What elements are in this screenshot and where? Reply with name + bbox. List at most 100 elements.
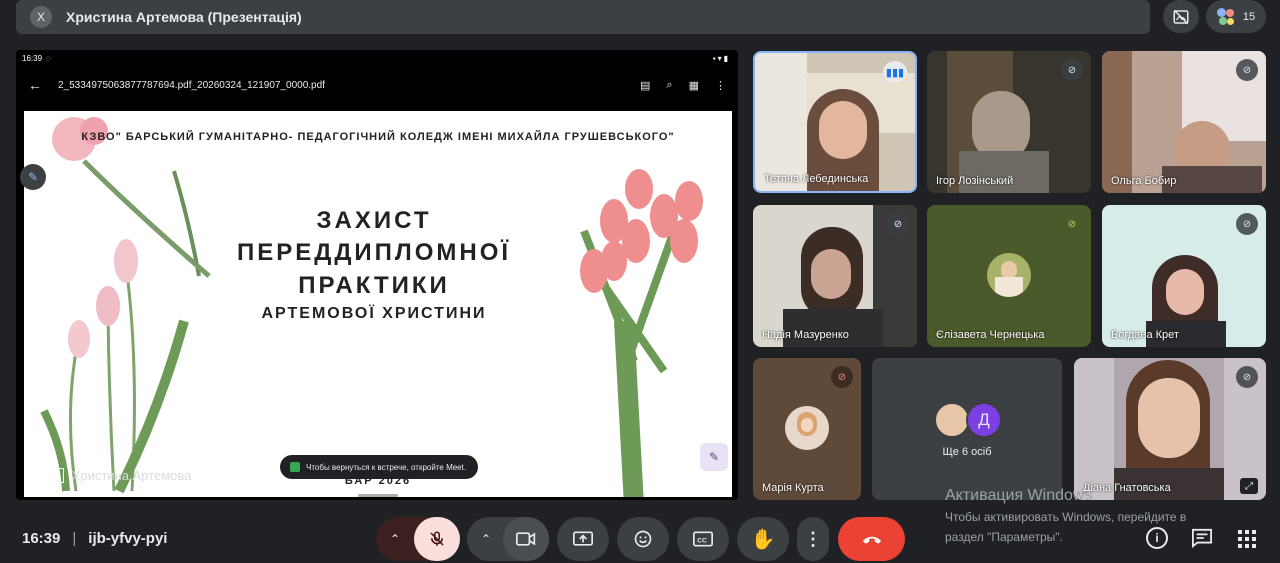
leave-call-button[interactable]	[838, 517, 905, 561]
mic-off-icon: ⊘	[887, 213, 909, 235]
participant-name: Ігор Лозінський	[936, 175, 1014, 187]
pdf-toolbar: ← 2_5334975063877787694.pdf_20260324_121…	[16, 72, 738, 98]
captions-button[interactable]: CC	[677, 517, 729, 561]
meeting-code: ijb-yfvy-pyi	[88, 530, 168, 547]
participant-avatar	[987, 253, 1031, 297]
more-vert-icon: ⋮	[804, 528, 822, 549]
participant-tile[interactable]: ⊘ Ігор Лозінський	[927, 51, 1091, 193]
flowers-illustration	[40, 117, 703, 497]
expand-tile-icon[interactable]: ⤢	[1240, 478, 1258, 494]
call-end-icon	[862, 536, 881, 544]
presentation-stage: 16:39 ◌ ▪▾▮ ← 2_5334975063877787694.pdf_…	[16, 50, 738, 500]
windows-activation-line2: раздел "Параметры".	[945, 530, 1063, 544]
participant-tile[interactable]: ⊘ Марія Курта	[753, 358, 861, 500]
device-time: 16:39	[22, 53, 43, 63]
hide-video-button[interactable]	[1163, 0, 1199, 33]
participant-tile[interactable]: ⊘ Надія Мазуренко	[753, 205, 917, 347]
presenter-name: Христина Артемова	[71, 468, 192, 483]
participant-name: Тетяна Лебединська	[764, 173, 869, 185]
view-mode-icon[interactable]: ▦	[689, 79, 699, 92]
pen-icon: ✎	[27, 170, 39, 184]
camera-control-group: ⌃	[467, 517, 549, 561]
mic-off-icon: ⊘	[1061, 59, 1083, 81]
participant-name: Діана Гнатовська	[1083, 482, 1171, 494]
participant-avatar	[785, 406, 829, 450]
meeting-info: 16:39 | ijb-yfvy-pyi	[22, 530, 167, 547]
emoji-icon	[634, 530, 652, 548]
photo-off-icon	[1173, 9, 1189, 24]
mic-off-icon: ⊘	[1236, 213, 1258, 235]
participant-tile[interactable]: ⊘ Ольга Бобир	[1102, 51, 1266, 193]
gesture-handle	[358, 494, 398, 497]
meet-logo-icon	[290, 462, 300, 472]
participant-tile[interactable]: ▮▮▮ Тетяна Лебединська	[753, 51, 917, 193]
current-time: 16:39	[22, 530, 61, 547]
chat-icon	[1192, 528, 1212, 549]
present-to-all-icon	[573, 531, 593, 546]
presenter-label: ⊥ ⇲ Христина Артемова	[28, 468, 191, 483]
participant-name: Марія Курта	[762, 482, 824, 494]
pin-icon[interactable]: ⊥	[28, 469, 38, 483]
participants-button[interactable]: 15	[1206, 0, 1266, 33]
others-tile[interactable]: Д Ще 6 осіб	[872, 358, 1062, 500]
camera-toggle-button[interactable]	[503, 517, 549, 561]
participant-count: 15	[1242, 10, 1256, 23]
participant-name: Богдана Крет	[1111, 329, 1179, 341]
participant-tile[interactable]: ⊘ Діана Гнатовська ⤢	[1074, 358, 1266, 500]
search-doc-icon[interactable]: ⌕	[666, 79, 672, 92]
participant-tile[interactable]: ⊘ Богдана Крет	[1102, 205, 1266, 347]
pdf-file-name: 2_5334975063877787694.pdf_20260324_12190…	[58, 79, 325, 91]
slide-subtitle: АРТЕМОВОЇ ХРИСТИНИ	[261, 305, 487, 322]
sync-icon: ◌	[46, 53, 51, 63]
activities-button[interactable]	[1238, 530, 1256, 548]
slide-title-line-3: ПРАКТИКИ	[298, 272, 450, 299]
camera-options-chevron-icon[interactable]: ⌃	[481, 532, 491, 546]
svg-text:CC: CC	[697, 537, 707, 544]
close-presentation-button[interactable]: X	[30, 6, 52, 28]
info-separator: |	[72, 530, 77, 547]
mic-off-icon: ⊘	[1236, 59, 1258, 81]
mic-off-icon: ⊘	[1067, 218, 1077, 230]
participant-name: Єлізавета Чернецька	[936, 329, 1045, 341]
apps-grid-icon	[1238, 530, 1256, 548]
others-avatar-letter: Д	[966, 402, 1002, 438]
more-vert-icon[interactable]: ⋮	[715, 79, 726, 92]
participant-name: Надія Мазуренко	[762, 329, 849, 341]
back-arrow-icon[interactable]: ←	[28, 77, 42, 93]
presentation-title-bar: X Христина Артемова (Презентація)	[16, 0, 1150, 34]
chat-button[interactable]	[1191, 528, 1213, 549]
present-screen-button[interactable]	[557, 517, 609, 561]
videocam-icon	[516, 532, 536, 546]
magic-pen-icon: ✎	[708, 450, 720, 464]
participant-name: Ольга Бобир	[1111, 175, 1177, 187]
mic-options-chevron-icon[interactable]: ⌃	[390, 532, 400, 546]
meeting-details-icon[interactable]: i	[1146, 527, 1168, 549]
annotate-button[interactable]: ✎	[20, 164, 46, 190]
participant-tile[interactable]: ⊘ Єлізавета Чернецька	[927, 205, 1091, 347]
slide-title-line-2: ПЕРЕДДИПЛОМНОЇ	[236, 239, 512, 266]
return-to-meet-toast[interactable]: Чтобы вернуться к встрече, откройте Meet…	[280, 455, 478, 479]
hand-icon: ✋	[750, 528, 776, 551]
mic-off-icon: ⊘	[1236, 366, 1258, 388]
mic-off-icon: ⊘	[831, 366, 853, 388]
device-status-bar: 16:39 ◌ ▪▾▮	[16, 50, 738, 66]
participants-avatars-icon	[1216, 7, 1235, 26]
edit-floating-button[interactable]: ✎	[700, 443, 728, 471]
screen-share-icon: ⇲	[46, 468, 64, 483]
reactions-button[interactable]	[617, 517, 669, 561]
slide-college-name: КЗВО" БАРСЬКИЙ ГУМАНІТАРНО- ПЕДАГОГІЧНИЙ…	[81, 131, 675, 143]
mic-control-group: ⌃	[376, 517, 460, 561]
toast-text: Чтобы вернуться к встрече, откройте Meet…	[306, 462, 467, 472]
others-avatar-photo	[934, 402, 970, 438]
windows-activation-title: Активация Windows	[945, 487, 1093, 504]
slide-title-line-1: ЗАХИСТ	[316, 207, 432, 234]
others-label: Ще 6 осіб	[942, 446, 992, 458]
speaking-indicator-icon: ▮▮▮	[883, 61, 907, 83]
comment-icon[interactable]: ▤	[640, 79, 650, 92]
raise-hand-button[interactable]: ✋	[737, 517, 789, 561]
signal-icons: ▪▾▮	[712, 53, 730, 63]
mic-toggle-button[interactable]	[414, 517, 460, 561]
more-options-button[interactable]: ⋮	[797, 517, 829, 561]
slide: КЗВО" БАРСЬКИЙ ГУМАНІТАРНО- ПЕДАГОГІЧНИЙ…	[24, 111, 732, 497]
windows-activation-line1: Чтобы активировать Windows, перейдите в	[945, 510, 1187, 524]
